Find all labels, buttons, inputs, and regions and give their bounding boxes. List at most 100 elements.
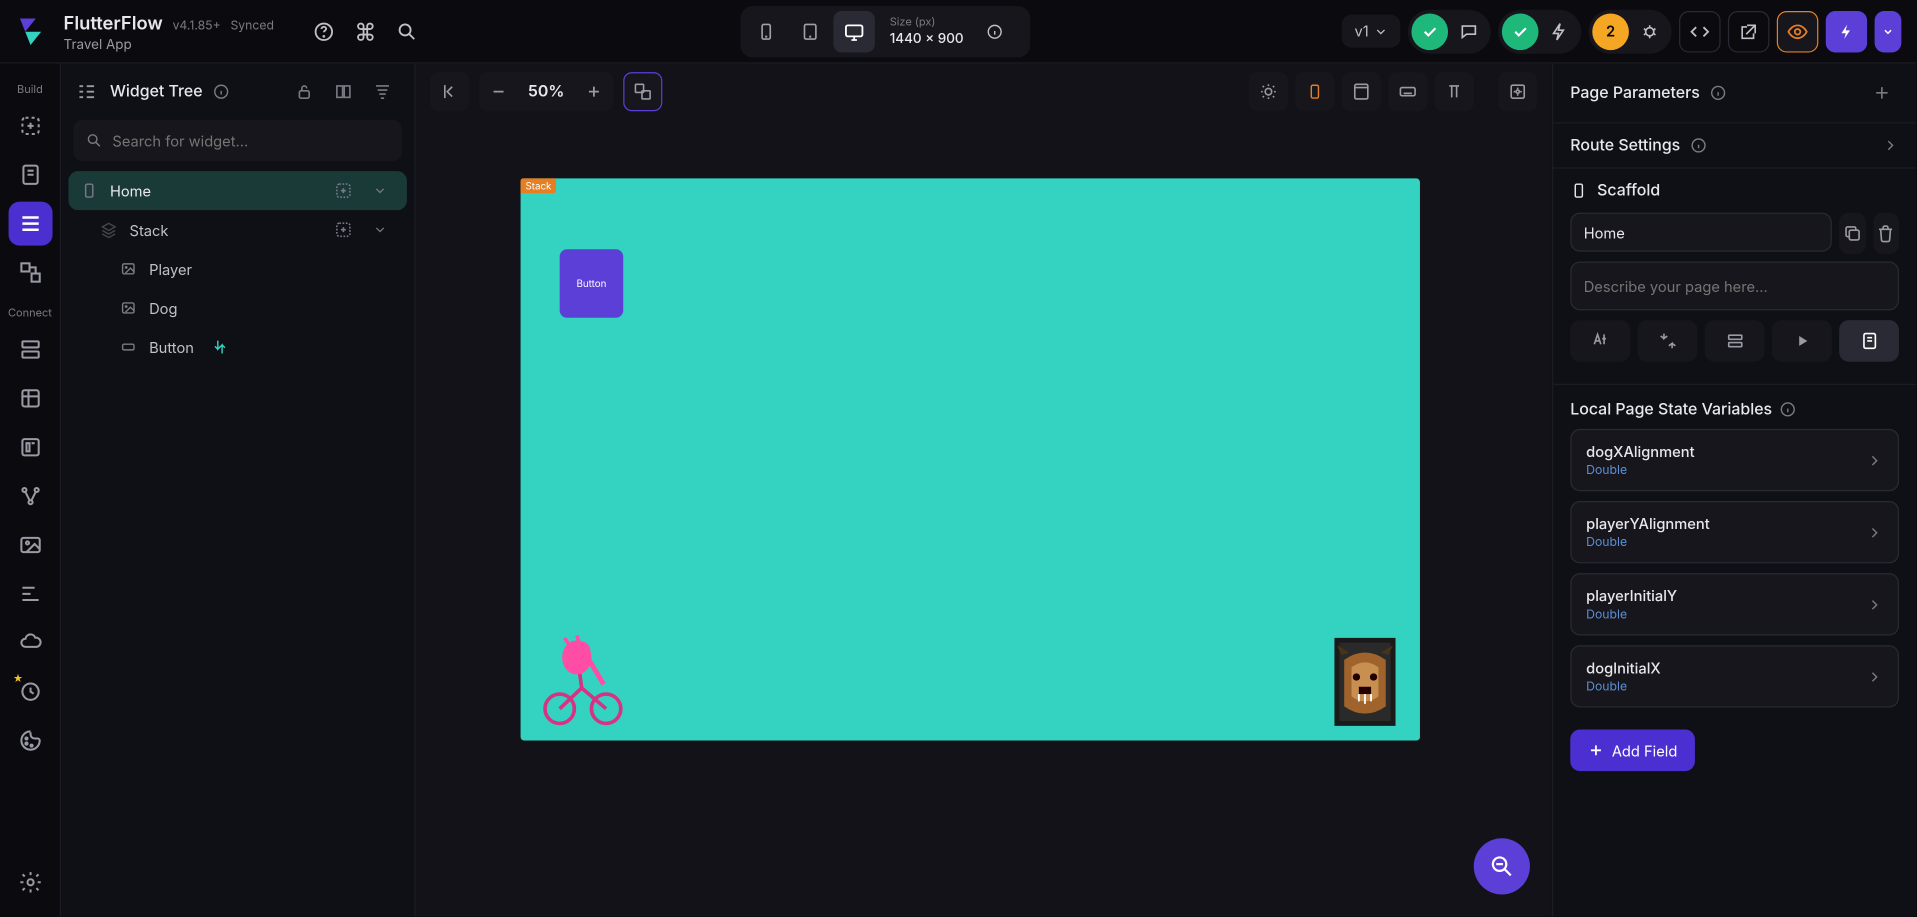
page-name-input[interactable] [1584, 223, 1819, 241]
info-icon[interactable] [1779, 401, 1796, 418]
tab-backend[interactable] [1705, 320, 1765, 362]
layers-icon [98, 221, 120, 238]
rail-firestore-button[interactable] [8, 327, 52, 371]
tree-item-label: Button [149, 338, 194, 356]
rail-media-button[interactable] [8, 523, 52, 567]
rail-cloud-button[interactable] [8, 621, 52, 665]
issues-count-badge[interactable]: 2 [1592, 13, 1629, 50]
command-button[interactable] [345, 10, 387, 52]
tree-menu-button[interactable] [363, 174, 397, 208]
add-param-button[interactable] [1865, 76, 1899, 110]
canvas-tablet-button[interactable] [1342, 72, 1381, 111]
rail-theme-button[interactable] [8, 719, 52, 763]
status-ok-button[interactable] [1411, 13, 1448, 50]
phone-icon [1570, 182, 1587, 199]
canvas-area: 50% Stack Button [415, 64, 1551, 917]
rail-add-button[interactable] [8, 104, 52, 148]
run-dropdown-button[interactable] [1875, 10, 1902, 52]
tab-actions[interactable] [1637, 320, 1697, 362]
collapse-button[interactable] [326, 75, 360, 109]
artboard[interactable]: Stack Button [521, 178, 1420, 740]
zoom-value: 50% [518, 82, 574, 102]
widget-search-input[interactable] [73, 120, 402, 162]
image-icon [117, 299, 139, 316]
canvas-settings-button[interactable] [1498, 72, 1537, 111]
panel-toggle-button[interactable] [430, 72, 469, 111]
delete-button[interactable] [1873, 213, 1899, 255]
widget-tree-list: Home Stack Player Dog [61, 171, 414, 367]
rail-build-label: Build [17, 83, 43, 96]
info-icon[interactable] [1710, 84, 1727, 101]
canvas[interactable]: Stack Button [415, 120, 1551, 917]
star-icon: ★ [13, 672, 20, 679]
canvas-mobile-button[interactable] [1295, 72, 1334, 111]
add-field-button[interactable]: Add Field [1570, 730, 1694, 772]
rail-settings-button[interactable] [8, 860, 52, 904]
device-mobile-button[interactable] [746, 10, 788, 52]
canvas-keyboard-button[interactable] [1388, 72, 1427, 111]
rail-functions-button[interactable] [8, 572, 52, 616]
tree-item-player[interactable]: Player [68, 249, 406, 288]
var-card[interactable]: dogXAlignmentDouble [1570, 429, 1899, 491]
comments-button[interactable] [1451, 13, 1488, 50]
search-button[interactable] [386, 10, 428, 52]
rail-datatypes-button[interactable] [8, 376, 52, 420]
version-selector[interactable]: v1 [1342, 15, 1400, 48]
lock-button[interactable] [287, 75, 321, 109]
copy-button[interactable] [1839, 213, 1865, 255]
tree-add-button[interactable] [326, 174, 360, 208]
canvas-fab-search[interactable] [1474, 838, 1530, 894]
rail-pages-button[interactable] [8, 153, 52, 197]
debug-button[interactable] [1631, 13, 1668, 50]
tree-add-button[interactable] [326, 213, 360, 247]
dog-sprite[interactable] [1332, 635, 1398, 728]
zoom-in-button[interactable] [574, 72, 613, 111]
tree-item-label: Home [110, 181, 151, 199]
search-icon [86, 132, 103, 149]
multiselect-button[interactable] [623, 72, 662, 111]
var-name: dogXAlignment [1586, 442, 1694, 460]
canvas-text-button[interactable] [1435, 72, 1474, 111]
route-settings-row[interactable]: Route Settings [1553, 123, 1916, 167]
tree-menu-button[interactable] [363, 213, 397, 247]
top-bar: FlutterFlow v4.1.85+ Synced Travel App S… [0, 0, 1916, 64]
optimize-ok-button[interactable] [1502, 13, 1539, 50]
player-sprite[interactable] [533, 633, 631, 726]
device-tablet-button[interactable] [790, 10, 832, 52]
size-info-button[interactable] [973, 10, 1015, 52]
export-button[interactable] [1728, 10, 1770, 52]
help-button[interactable] [303, 10, 345, 52]
var-name: playerInitialY [1586, 587, 1677, 605]
tree-item-button[interactable]: Button [68, 327, 406, 366]
rail-api-button[interactable] [8, 474, 52, 518]
chevron-right-icon [1882, 137, 1899, 154]
var-card[interactable]: dogInitialXDouble [1570, 645, 1899, 707]
page-description-input[interactable] [1584, 277, 1886, 295]
rail-tests-button[interactable]: ★ [8, 670, 52, 714]
rail-widgettree-button[interactable] [8, 202, 52, 246]
filter-button[interactable] [365, 75, 399, 109]
zoom-out-button[interactable] [479, 72, 518, 111]
var-card[interactable]: playerInitialYDouble [1570, 573, 1899, 635]
rail-appstate-button[interactable] [8, 425, 52, 469]
chevron-right-icon [1866, 668, 1883, 685]
rail-storyboard-button[interactable] [8, 251, 52, 295]
preview-button[interactable] [1777, 10, 1819, 52]
code-button[interactable] [1679, 10, 1721, 52]
var-card[interactable]: playerYAlignmentDouble [1570, 501, 1899, 563]
widget-search-field[interactable] [112, 131, 389, 149]
theme-toggle-button[interactable] [1249, 72, 1288, 111]
device-desktop-button[interactable] [833, 10, 875, 52]
tab-design[interactable] [1570, 320, 1630, 362]
local-vars-title: Local Page State Variables [1570, 400, 1772, 420]
tab-animations[interactable] [1772, 320, 1832, 362]
size-value: 1440 × 900 [890, 29, 964, 46]
canvas-button-widget[interactable]: Button [560, 249, 624, 317]
optimize-button[interactable] [1541, 13, 1578, 50]
tree-item-stack[interactable]: Stack [68, 210, 406, 249]
tree-item-dog[interactable]: Dog [68, 288, 406, 327]
tab-state[interactable] [1839, 320, 1899, 362]
run-button[interactable] [1826, 10, 1868, 52]
tree-item-home[interactable]: Home [68, 171, 406, 210]
info-icon[interactable] [212, 83, 229, 100]
